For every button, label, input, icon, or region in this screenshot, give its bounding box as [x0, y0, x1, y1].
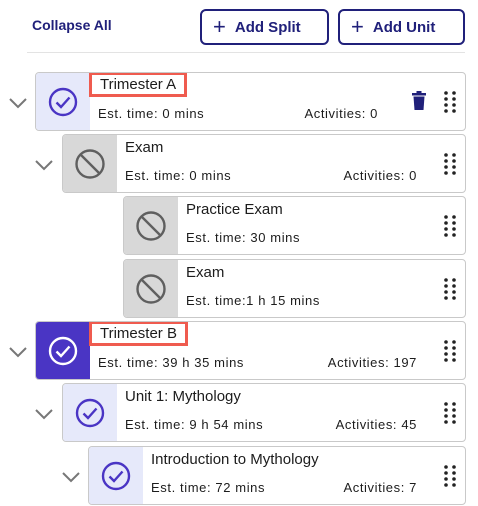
toolbar-divider	[27, 52, 465, 53]
chevron-down-icon[interactable]	[61, 470, 81, 484]
collapse-all-link[interactable]: Collapse All	[32, 17, 112, 33]
tree-row-activity[interactable]: Exam Est. time:1 h 15 mins	[123, 259, 466, 318]
row-title: Trimester B	[89, 322, 188, 346]
plus-icon: +	[351, 14, 364, 39]
prohibited-icon	[136, 273, 166, 304]
row-title: Exam	[186, 264, 225, 281]
drag-handle-icon[interactable]	[443, 339, 457, 363]
add-split-button[interactable]: + Add Split	[200, 9, 329, 45]
drag-handle-icon[interactable]	[443, 214, 457, 238]
drag-handle-icon[interactable]	[443, 464, 457, 488]
check-circle-icon	[48, 336, 78, 365]
estimated-time: Est. time: 0 mins	[98, 106, 205, 121]
tree-row-unit[interactable]: Unit 1: Mythology Est. time: 9 h 54 mins…	[62, 383, 466, 442]
chevron-down-icon[interactable]	[34, 158, 54, 172]
row-title: Introduction to Mythology	[151, 451, 319, 468]
outline-toolbar: Collapse All + Add Split + Add Unit	[0, 0, 478, 54]
check-circle-icon	[75, 398, 105, 427]
estimated-time: Est. time: 39 h 35 mins	[98, 355, 245, 370]
status-badge	[124, 260, 178, 317]
drag-handle-icon[interactable]	[443, 401, 457, 425]
tree-row-unit[interactable]: Introduction to Mythology Est. time: 72 …	[88, 446, 466, 505]
activities-count: Activities: 0	[304, 106, 378, 121]
chevron-down-icon[interactable]	[8, 96, 28, 110]
activities-count: Activities: 7	[343, 480, 417, 495]
estimated-time: Est. time:1 h 15 mins	[186, 293, 320, 308]
status-badge	[36, 322, 90, 379]
prohibited-icon	[75, 148, 105, 179]
drag-handle-icon[interactable]	[443, 277, 457, 301]
status-badge	[36, 73, 90, 130]
add-unit-button[interactable]: + Add Unit	[338, 9, 465, 45]
activities-count: Activities: 197	[327, 355, 417, 370]
row-title: Practice Exam	[186, 201, 283, 218]
drag-handle-icon[interactable]	[443, 90, 457, 114]
check-circle-icon	[101, 461, 131, 490]
plus-icon: +	[213, 14, 226, 39]
row-title: Exam	[125, 139, 164, 156]
chevron-down-icon[interactable]	[34, 407, 54, 421]
tree-row-unit[interactable]: Exam Est. time: 0 mins Activities: 0	[62, 134, 466, 193]
tree-row-split[interactable]: Trimester B Est. time: 39 h 35 mins Acti…	[35, 321, 466, 380]
prohibited-icon	[136, 210, 166, 241]
activities-count: Activities: 45	[335, 417, 417, 432]
estimated-time: Est. time: 9 h 54 mins	[125, 417, 264, 432]
row-title: Unit 1: Mythology	[125, 388, 241, 405]
activities-count: Activities: 0	[343, 168, 417, 183]
row-title: Trimester A	[88, 73, 188, 97]
check-circle-icon	[48, 87, 78, 116]
status-badge	[124, 197, 178, 254]
estimated-time: Est. time: 0 mins	[125, 168, 232, 183]
status-badge	[89, 447, 143, 504]
add-split-label: Add Split	[234, 18, 301, 36]
chevron-down-icon[interactable]	[8, 345, 28, 359]
estimated-time: Est. time: 30 mins	[186, 230, 301, 245]
estimated-time: Est. time: 72 mins	[151, 480, 266, 495]
tree-row-activity[interactable]: Practice Exam Est. time: 30 mins	[123, 196, 466, 255]
add-unit-label: Add Unit	[372, 18, 436, 36]
status-badge	[63, 384, 117, 441]
tree-row-split[interactable]: Trimester A Est. time: 0 mins Activities…	[35, 72, 466, 131]
status-badge	[63, 135, 117, 192]
drag-handle-icon[interactable]	[443, 152, 457, 176]
trash-icon[interactable]	[411, 91, 427, 111]
